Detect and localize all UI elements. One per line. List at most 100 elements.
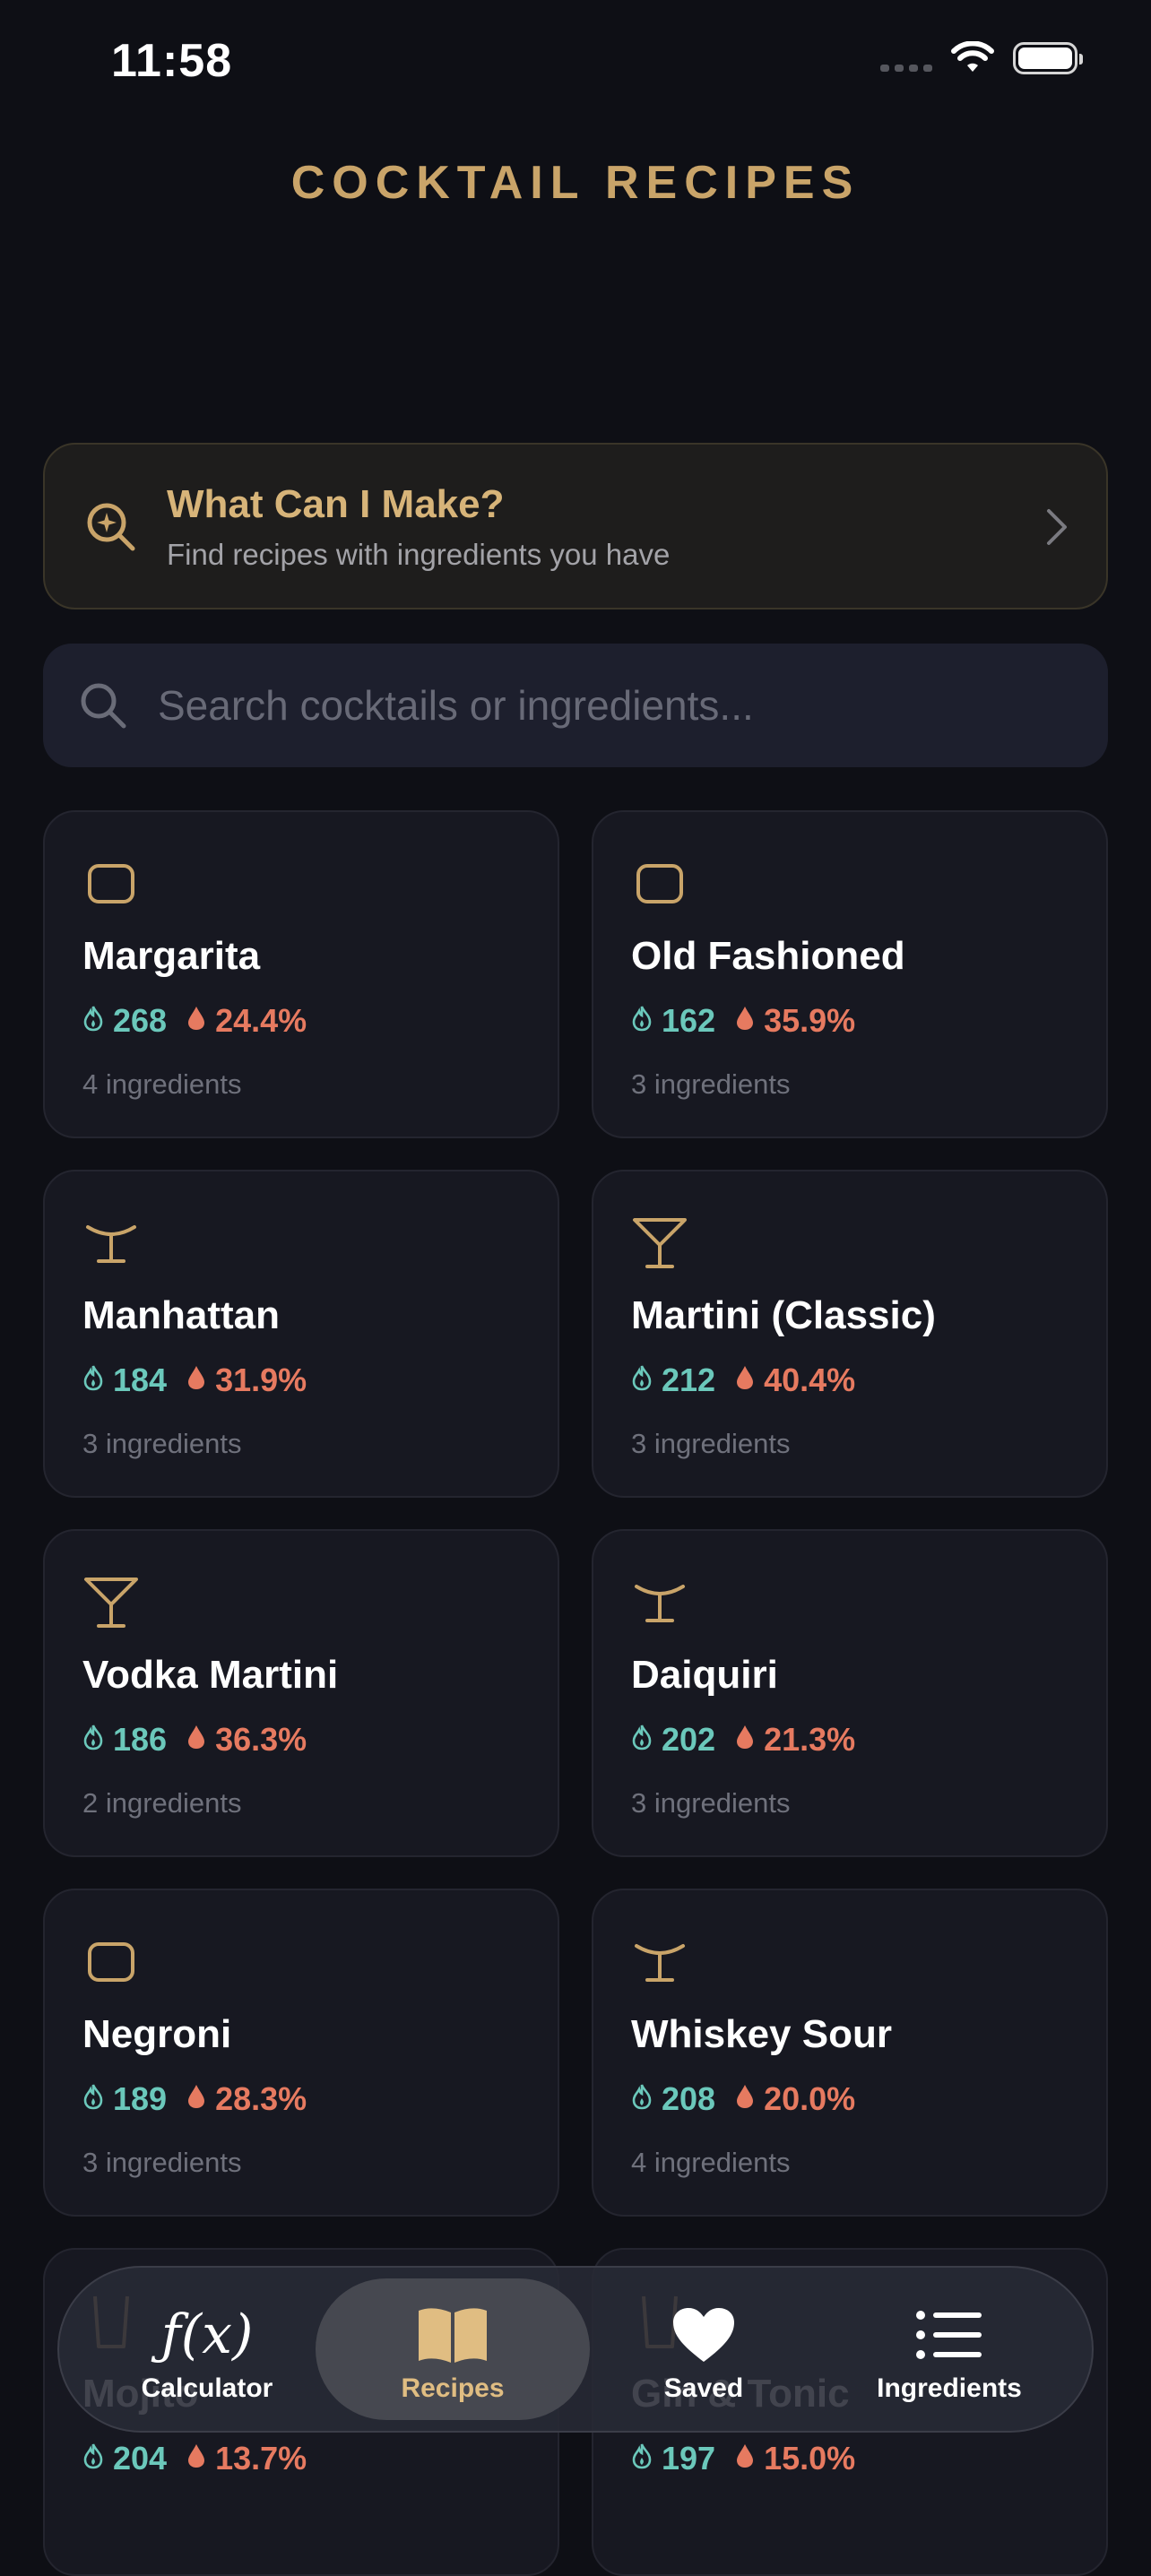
what-can-i-make-title: What Can I Make? xyxy=(167,482,505,526)
flame-icon xyxy=(631,1721,653,1759)
flame-icon xyxy=(631,1361,653,1399)
cocktail-stats: 197 15.0% xyxy=(631,2440,855,2477)
flame-icon xyxy=(82,1002,104,1040)
flame-icon xyxy=(82,1721,104,1759)
cocktail-name: Manhattan xyxy=(82,1293,280,1337)
cocktail-stats: 208 20.0% xyxy=(631,2080,855,2118)
what-can-i-make-subtitle: Find recipes with ingredients you have xyxy=(167,538,671,571)
status-time: 11:58 xyxy=(111,35,233,87)
cocktail-card[interactable]: Margarita 268 24.4% 4 ingredients xyxy=(43,810,559,1138)
cocktail-stats: 268 24.4% xyxy=(82,1002,307,1040)
ingredient-count: 4 ingredients xyxy=(631,2147,791,2178)
abv-stat: 36.3% xyxy=(186,1721,307,1759)
calories-stat: 189 xyxy=(82,2080,167,2118)
ingredient-count: 3 ingredients xyxy=(631,1068,791,1100)
tab-saved[interactable]: Saved xyxy=(567,2278,841,2420)
abv-value: 31.9% xyxy=(215,1361,307,1398)
calories-stat: 162 xyxy=(631,1002,715,1040)
cocktail-card[interactable]: Whiskey Sour 208 20.0% 4 ingredients xyxy=(592,1889,1108,2217)
flame-icon xyxy=(82,1361,104,1399)
flame-icon xyxy=(631,1002,653,1040)
cocktail-stats: 189 28.3% xyxy=(82,2080,307,2118)
calories-value: 204 xyxy=(113,2440,168,2477)
book-icon xyxy=(415,2304,490,2366)
calories-value: 197 xyxy=(662,2440,716,2477)
drop-icon xyxy=(735,2080,755,2118)
cocktail-card[interactable]: Manhattan 184 31.9% 3 ingredients xyxy=(43,1170,559,1498)
abv-value: 21.3% xyxy=(764,1721,856,1758)
drop-icon xyxy=(186,2080,206,2118)
rocks-glass-icon xyxy=(631,855,688,912)
cocktail-card[interactable]: Negroni 189 28.3% 3 ingredients xyxy=(43,1889,559,2217)
calories-stat: 197 xyxy=(631,2440,715,2477)
ingredient-count: 3 ingredients xyxy=(631,1787,791,1819)
rocks-glass-icon xyxy=(82,1933,140,1991)
abv-value: 36.3% xyxy=(215,1721,307,1758)
abv-value: 20.0% xyxy=(764,2080,856,2117)
calories-stat: 202 xyxy=(631,1721,715,1759)
tab-bar: ƒ(x) Calculator Recipes Saved Ingredient… xyxy=(57,2266,1094,2433)
calories-stat: 204 xyxy=(82,2440,167,2477)
calories-stat: 268 xyxy=(82,1002,167,1040)
calories-stat: 184 xyxy=(82,1361,167,1399)
abv-stat: 21.3% xyxy=(735,1721,855,1759)
tab-saved-label: Saved xyxy=(663,2373,744,2403)
status-icons xyxy=(880,41,1083,75)
abv-value: 15.0% xyxy=(764,2440,856,2477)
cocktail-name: Martini (Classic) xyxy=(631,1293,936,1337)
cocktail-name: Daiquiri xyxy=(631,1653,778,1697)
tab-ingredients-label: Ingredients xyxy=(877,2373,1022,2403)
martini-glass-icon xyxy=(82,1574,140,1631)
drop-icon xyxy=(186,1721,206,1759)
tab-calculator[interactable]: ƒ(x) Calculator xyxy=(70,2278,344,2420)
tab-recipes[interactable]: Recipes xyxy=(316,2278,590,2420)
abv-stat: 31.9% xyxy=(186,1361,307,1399)
calories-value: 268 xyxy=(113,1002,168,1039)
coupe-glass-icon xyxy=(631,1574,688,1631)
abv-stat: 15.0% xyxy=(735,2440,855,2477)
cocktail-card[interactable]: Old Fashioned 162 35.9% 3 ingredients xyxy=(592,810,1108,1138)
drop-icon xyxy=(735,1361,755,1399)
rocks-glass-icon xyxy=(82,855,140,912)
list-icon xyxy=(912,2304,987,2366)
calories-value: 208 xyxy=(662,2080,716,2117)
drop-icon xyxy=(735,1002,755,1040)
abv-stat: 35.9% xyxy=(735,1002,855,1040)
cocktail-card[interactable]: Martini (Classic) 212 40.4% 3 ingredients xyxy=(592,1170,1108,1498)
abv-stat: 40.4% xyxy=(735,1361,855,1399)
cocktail-card[interactable]: Daiquiri 202 21.3% 3 ingredients xyxy=(592,1529,1108,1857)
cocktail-name: Whiskey Sour xyxy=(631,2012,892,2056)
cocktail-stats: 212 40.4% xyxy=(631,1361,855,1399)
tab-calculator-label: Calculator xyxy=(141,2373,273,2403)
wifi-icon xyxy=(951,41,994,72)
abv-value: 40.4% xyxy=(764,1361,856,1398)
flame-icon xyxy=(82,2080,104,2118)
sparkle-search-icon xyxy=(87,503,135,551)
cocktail-card[interactable]: Vodka Martini 186 36.3% 2 ingredients xyxy=(43,1529,559,1857)
abv-value: 35.9% xyxy=(764,1002,856,1039)
what-can-i-make-card[interactable]: What Can I Make? Find recipes with ingre… xyxy=(43,443,1108,609)
cocktail-stats: 162 35.9% xyxy=(631,1002,855,1040)
cocktail-stats: 204 13.7% xyxy=(82,2440,307,2477)
tab-ingredients[interactable]: Ingredients xyxy=(812,2278,1086,2420)
abv-stat: 24.4% xyxy=(186,1002,307,1040)
flame-icon xyxy=(631,2440,653,2477)
search-placeholder: Search cocktails or ingredients... xyxy=(158,682,754,729)
heart-icon xyxy=(666,2304,741,2366)
abv-stat: 13.7% xyxy=(186,2440,307,2477)
abv-value: 28.3% xyxy=(215,2080,307,2117)
tab-recipes-label: Recipes xyxy=(401,2373,505,2403)
calories-value: 186 xyxy=(113,1721,168,1758)
ingredient-count: 4 ingredients xyxy=(82,1068,242,1100)
chevron-right-icon xyxy=(1047,509,1067,545)
calories-stat: 186 xyxy=(82,1721,167,1759)
cocktail-name: Negroni xyxy=(82,2012,232,2056)
ingredient-count: 3 ingredients xyxy=(82,2147,242,2178)
ingredient-count: 3 ingredients xyxy=(82,1428,242,1459)
flame-icon xyxy=(82,2440,104,2477)
search-icon xyxy=(81,683,126,729)
abv-value: 24.4% xyxy=(215,1002,307,1039)
battery-icon xyxy=(1013,42,1083,74)
status-bar: 11:58 xyxy=(0,0,1151,125)
search-input[interactable]: Search cocktails or ingredients... xyxy=(43,644,1108,767)
